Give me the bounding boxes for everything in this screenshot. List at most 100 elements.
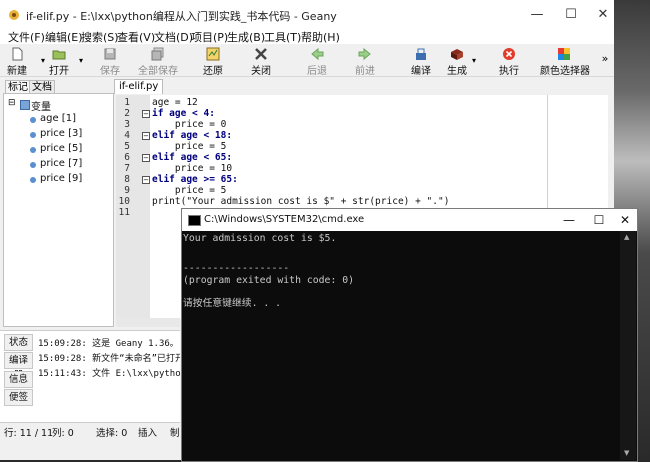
- menu-build[interactable]: 生成(B): [227, 29, 265, 45]
- menu-document[interactable]: 文档(D): [154, 29, 193, 45]
- cursor-column: 列: 0: [52, 428, 74, 439]
- symbol-item[interactable]: price [3]: [40, 128, 82, 139]
- code-line: if age < 4:: [152, 108, 215, 119]
- line-number: 5: [124, 141, 130, 152]
- close-file-button[interactable]: 关闭: [246, 44, 276, 77]
- back-button[interactable]: 后退: [300, 44, 334, 77]
- tab-status[interactable]: 状态: [4, 334, 33, 351]
- variable-icon: [30, 177, 36, 183]
- console-line: 请按任意键继续. . .: [183, 298, 282, 309]
- symbol-tree: ⊟ 变量 age [1] price [3] price [5] price […: [3, 93, 114, 327]
- fold-toggle-icon[interactable]: −: [142, 110, 150, 118]
- compile-icon: [416, 48, 426, 60]
- line-number: 1: [124, 97, 130, 108]
- save-button[interactable]: 保存: [96, 44, 124, 77]
- menu-search[interactable]: 搜索(S): [81, 29, 119, 45]
- code-line: price = 10: [152, 163, 233, 174]
- build-button[interactable]: 生成: [444, 44, 470, 77]
- line-number: 9: [124, 185, 130, 196]
- new-button[interactable]: 新建: [4, 44, 30, 77]
- fold-toggle-icon[interactable]: −: [142, 176, 150, 184]
- fold-toggle-icon[interactable]: −: [142, 154, 150, 162]
- document-tab[interactable]: if-elif.py: [114, 79, 164, 94]
- run-button[interactable]: 执行: [494, 44, 524, 77]
- toolbar-overflow-button[interactable]: »: [598, 52, 612, 66]
- document-tab-label: if-elif.py: [119, 81, 159, 92]
- menu-help[interactable]: 帮助(H): [301, 29, 340, 45]
- save-all-button[interactable]: 全部保存: [134, 44, 182, 77]
- status-bar: 行: 11 / 11 列: 0 选择: 0 插入 制: [0, 422, 180, 439]
- color-picker-icon: [558, 48, 570, 60]
- open-button[interactable]: 打开: [46, 44, 72, 77]
- code-line: price = 5: [152, 141, 227, 152]
- symbol-item[interactable]: age [1]: [40, 113, 76, 124]
- menu-bar: 文件(F) 编辑(E) 搜索(S) 查看(V) 文档(D) 项目(P) 生成(B…: [0, 28, 614, 44]
- line-number: 8: [124, 174, 130, 185]
- menu-file[interactable]: 文件(F): [8, 29, 45, 45]
- line-number: 7: [124, 163, 130, 174]
- build-icon: [451, 49, 463, 60]
- toolbar: 新建 ▾ 打开 ▾ 保存 全部保存 还原 关闭 后退 前进 编译 生成 ▾ 执行…: [0, 44, 614, 77]
- close-window-button[interactable]: ✕: [586, 0, 620, 30]
- cmd-title: C:\Windows\SYSTEM32\cmd.exe: [204, 214, 365, 225]
- symbol-item[interactable]: price [5]: [40, 143, 82, 154]
- menu-tools[interactable]: 工具(T): [264, 29, 301, 45]
- line-number: 4: [124, 130, 130, 141]
- revert-icon: [206, 47, 220, 61]
- horizontal-scrollbar[interactable]: [116, 318, 180, 327]
- console-line: ------------------: [183, 263, 290, 274]
- status-message: 15:11:43: 文件 E:\lxx\python编程: [38, 369, 180, 379]
- terminal-icon: [188, 215, 201, 226]
- line-number: 10: [118, 196, 130, 207]
- cmd-minimize-button[interactable]: —: [554, 209, 584, 231]
- variable-group-icon: [20, 100, 30, 110]
- console-line: (program exited with code: 0): [183, 275, 355, 286]
- variable-icon: [30, 147, 36, 153]
- cmd-window[interactable]: C:\Windows\SYSTEM32\cmd.exe — ☐ ✕ Your a…: [181, 208, 638, 462]
- tab-messages[interactable]: 信息: [4, 371, 33, 388]
- symbol-root[interactable]: 变量: [31, 98, 51, 113]
- collapse-toggle-icon[interactable]: ⊟: [8, 98, 16, 108]
- line-number: 2: [124, 108, 130, 119]
- new-file-icon: [12, 47, 23, 61]
- code-line: elif age < 18:: [152, 130, 233, 141]
- maximize-button[interactable]: ☐: [554, 0, 588, 30]
- fold-toggle-icon[interactable]: −: [142, 132, 150, 140]
- color-picker-button[interactable]: 颜色选择器: [540, 44, 590, 77]
- code-line: price = 5: [152, 185, 227, 196]
- symbol-item[interactable]: price [7]: [40, 158, 82, 169]
- title-bar: if-elif.py - E:\lxx\python编程从入门到实践_书本代码 …: [0, 0, 614, 30]
- open-dropdown-icon[interactable]: ▾: [76, 56, 86, 66]
- code-line: print("Your admission cost is $" + str(p…: [152, 196, 450, 207]
- variable-icon: [30, 162, 36, 168]
- code-line: age = 12: [152, 97, 198, 108]
- fold-margin: [140, 95, 150, 319]
- console-line: Your admission cost is $5.: [183, 233, 337, 244]
- arrow-left-icon: [311, 47, 324, 61]
- cmd-scrollbar[interactable]: ▲ ▼: [620, 231, 636, 460]
- cmd-close-button[interactable]: ✕: [610, 209, 640, 231]
- status-message: 15:09:28: 这是 Geany 1.36。: [38, 339, 179, 349]
- forward-button[interactable]: 前进: [348, 44, 382, 77]
- menu-project[interactable]: 项目(P): [191, 29, 228, 45]
- variable-icon: [30, 117, 36, 123]
- revert-button[interactable]: 还原: [196, 44, 230, 77]
- menu-view[interactable]: 查看(V): [117, 29, 155, 45]
- scroll-down-icon[interactable]: ▼: [624, 449, 629, 457]
- compile-button[interactable]: 编译: [406, 44, 436, 77]
- minimize-button[interactable]: —: [520, 0, 554, 30]
- selection-count: 选择: 0: [96, 428, 128, 439]
- message-panel: 状态 编译器 信息 便签 15:09:28: 这是 Geany 1.36。 15…: [0, 330, 180, 423]
- symbol-item[interactable]: price [9]: [40, 173, 82, 184]
- menu-edit[interactable]: 编辑(E): [45, 29, 83, 45]
- line-number: 6: [124, 152, 130, 163]
- tab-scribble[interactable]: 便签: [4, 389, 33, 406]
- code-line: elif age < 65:: [152, 152, 233, 163]
- build-dropdown-icon[interactable]: ▾: [468, 56, 480, 66]
- tab-compiler[interactable]: 编译器: [4, 352, 33, 381]
- save-all-icon: [151, 47, 164, 61]
- folder-open-icon: [52, 50, 66, 60]
- arrow-right-icon: [358, 47, 371, 61]
- cursor-line: 行: 11 / 11: [4, 428, 54, 439]
- scroll-up-icon[interactable]: ▲: [624, 233, 629, 241]
